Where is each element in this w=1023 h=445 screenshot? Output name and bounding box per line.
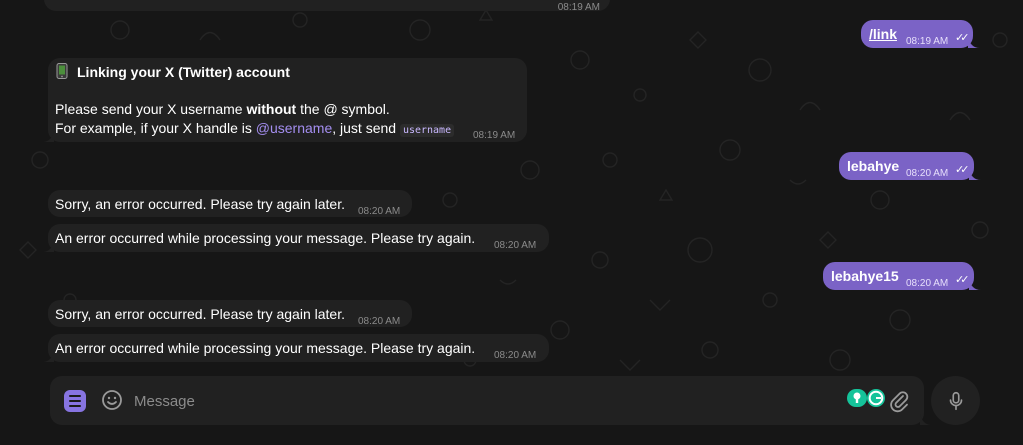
bubble-tail <box>969 278 981 290</box>
message-text: Sorry, an error occurred. Please try aga… <box>55 196 345 212</box>
message-input[interactable] <box>132 388 816 414</box>
message-time: 08:19 AM <box>906 36 949 47</box>
bot-menu-icon[interactable] <box>64 390 86 412</box>
message-text: Sorry, an error occurred. Please try aga… <box>55 306 345 322</box>
message-incoming-instructions[interactable]: Linking your X (Twitter) account Please … <box>42 58 527 142</box>
message-outgoing-username[interactable]: lebahye15 08:20 AM ✓✓ <box>823 262 981 290</box>
bubble-tail <box>42 350 54 362</box>
message-time: 08:20 AM <box>358 316 401 327</box>
message-time: 08:19 AM <box>473 130 516 141</box>
microphone-button[interactable] <box>931 376 980 425</box>
message-incoming-error-processing[interactable]: An error occurred while processing your … <box>42 334 549 362</box>
message-text: An error occurred while processing your … <box>55 230 476 246</box>
message-incoming-partial[interactable]: 08:19 AM <box>44 0 610 13</box>
message-text: lebahye15 <box>831 268 899 284</box>
bubble-tail <box>968 36 980 48</box>
bubble-tail <box>42 130 54 142</box>
message-time: 08:19 AM <box>557 2 600 13</box>
username-mention-link[interactable]: @username <box>256 120 332 136</box>
double-check-icon: ✓✓ <box>955 32 970 44</box>
composer-tail <box>920 413 932 425</box>
microphone-icon <box>949 391 962 410</box>
emoji-icon[interactable] <box>100 388 124 412</box>
double-check-icon: ✓✓ <box>955 164 970 176</box>
inline-code-username[interactable]: username <box>399 124 455 137</box>
message-text[interactable]: /link <box>869 25 897 44</box>
message-incoming-error[interactable]: Sorry, an error occurred. Please try aga… <box>48 190 412 217</box>
message-line-1: Please send your X username without the … <box>55 100 390 119</box>
message-title: Linking your X (Twitter) account <box>77 64 290 80</box>
message-time: 08:20 AM <box>358 206 401 217</box>
message-line-2-start: For example, if your X handle is <box>55 120 256 136</box>
bubble-tail <box>42 240 54 252</box>
message-line-1-start: Please send your X username <box>55 101 247 117</box>
message-text: An error occurred while processing your … <box>55 340 476 356</box>
message-time: 08:20 AM <box>494 350 537 361</box>
message-line-2: For example, if your X handle is @userna… <box>55 119 455 140</box>
phone-icon <box>56 63 68 79</box>
message-outgoing-username[interactable]: lebahye 08:20 AM ✓✓ <box>839 152 981 180</box>
message-incoming-error[interactable]: Sorry, an error occurred. Please try aga… <box>48 300 412 327</box>
message-line-1-end: the @ symbol. <box>296 101 390 117</box>
message-incoming-error-processing[interactable]: An error occurred while processing your … <box>42 224 549 252</box>
message-time: 08:20 AM <box>906 168 949 179</box>
bubble-tail <box>969 168 981 180</box>
message-time: 08:20 AM <box>494 240 537 251</box>
message-composer <box>50 376 932 425</box>
message-text: lebahye <box>847 158 900 174</box>
double-check-icon: ✓✓ <box>955 274 970 286</box>
message-line-2-mid: , just send <box>332 120 400 136</box>
paperclip-icon[interactable] <box>888 389 910 413</box>
message-line-1-bold: without <box>246 101 297 117</box>
grammarly-icon[interactable] <box>847 387 889 409</box>
message-time: 08:20 AM <box>906 278 949 289</box>
message-outgoing-link-command[interactable]: /link 08:19 AM ✓✓ <box>861 20 980 48</box>
